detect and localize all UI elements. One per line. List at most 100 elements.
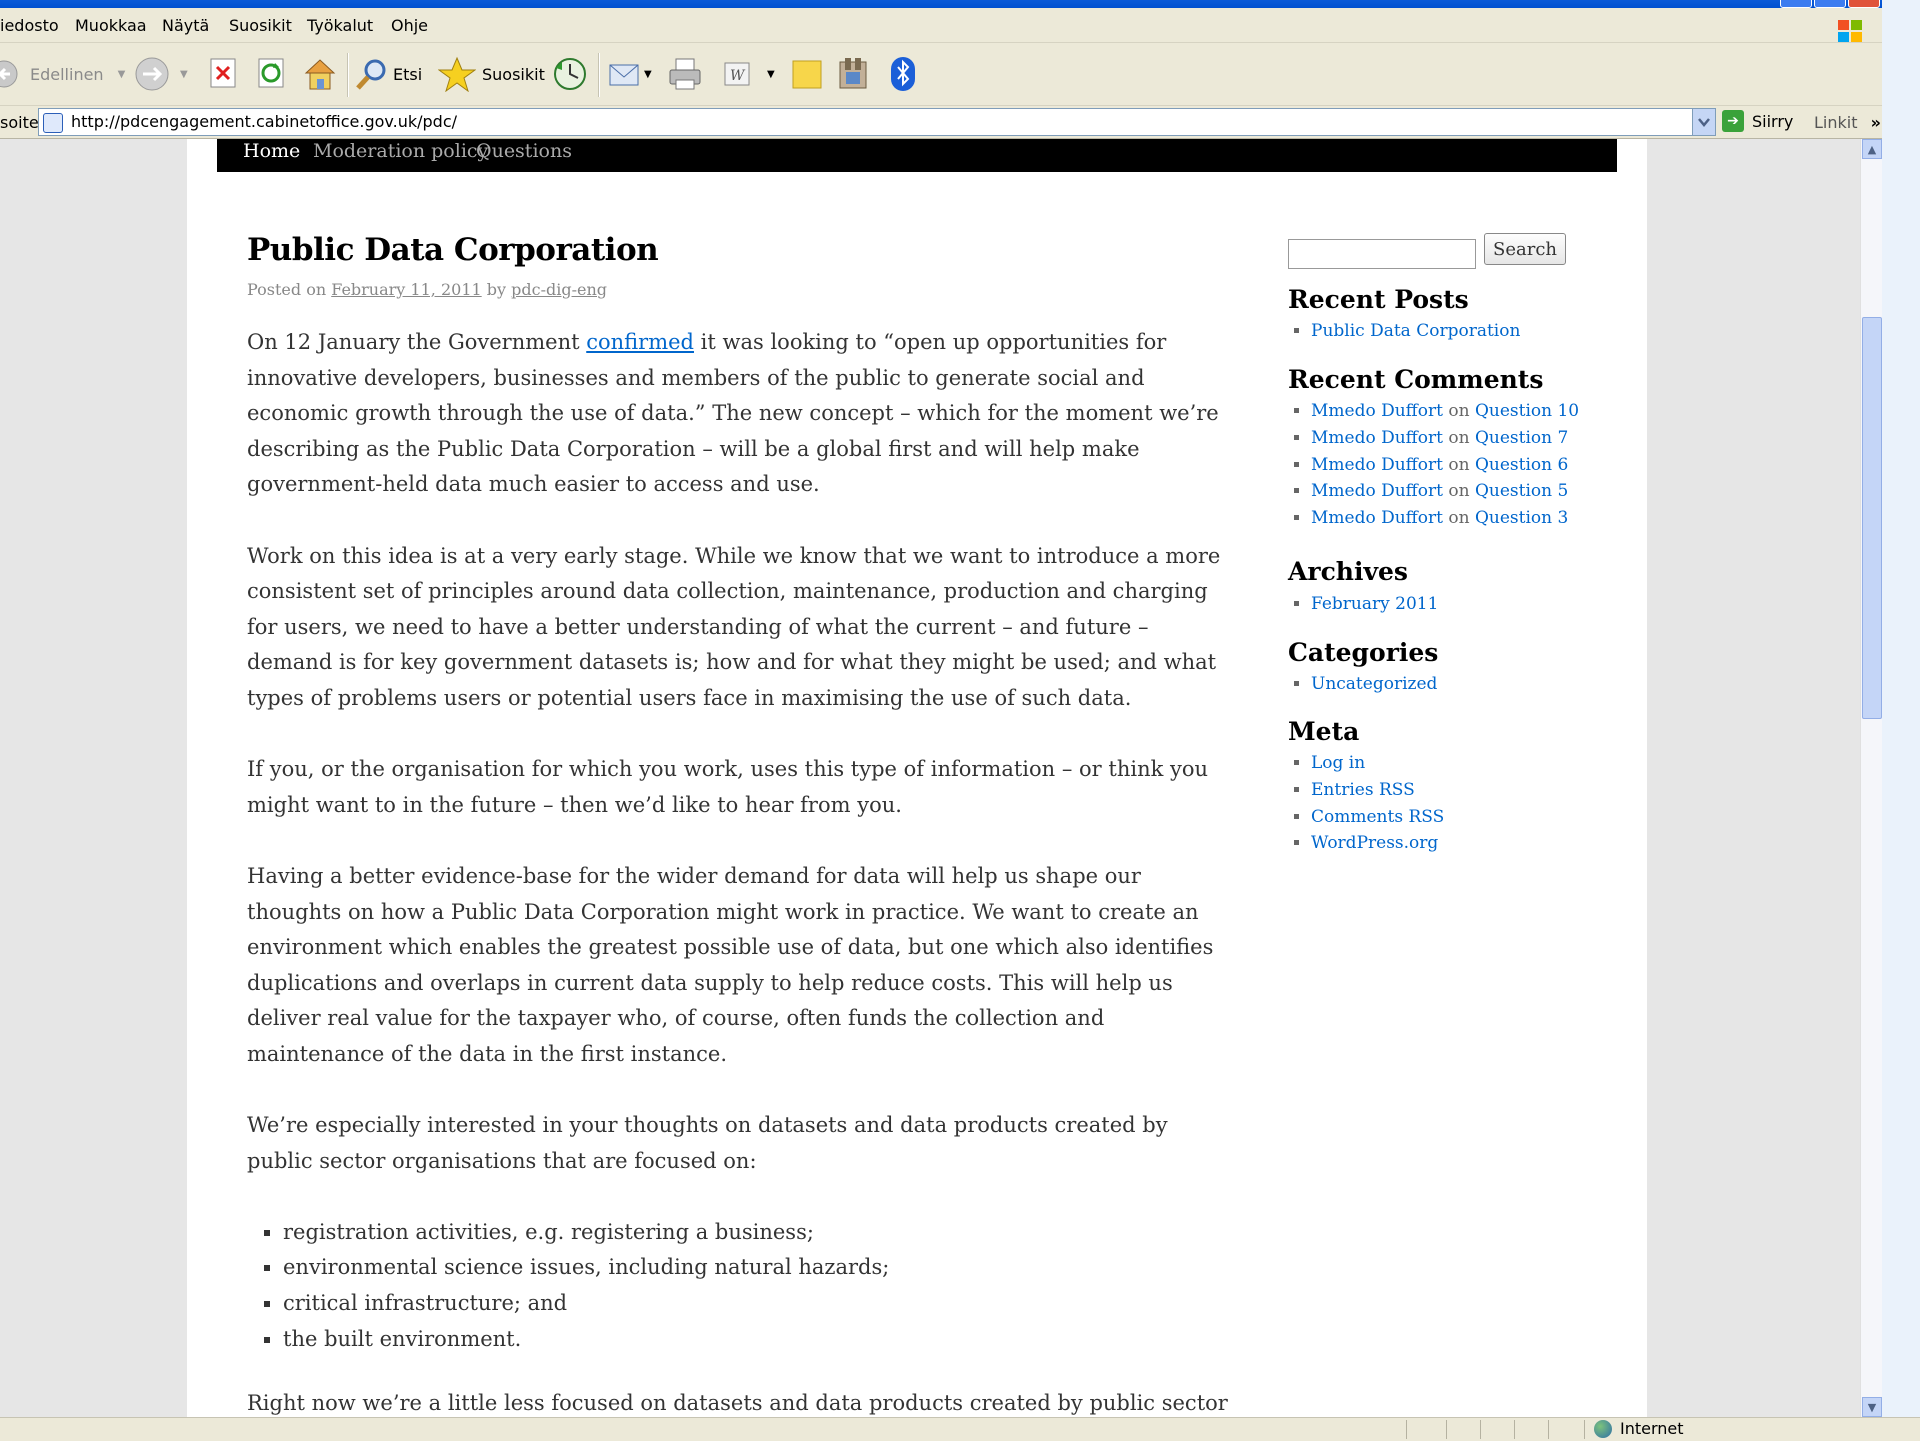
entries-rss-link[interactable]: Entries RSS — [1311, 780, 1415, 800]
list-item: Comments RSS — [1311, 804, 1444, 831]
address-dropdown-button[interactable] — [1692, 109, 1715, 135]
comment-author-link[interactable]: Mmedo Duffort — [1311, 455, 1443, 475]
printer-icon — [669, 58, 701, 90]
globe-icon — [1594, 1419, 1612, 1438]
paragraph-3: If you, or the organisation for which yo… — [247, 757, 1209, 817]
scroll-down-button[interactable]: ▼ — [1862, 1397, 1882, 1417]
address-url[interactable]: http://pdcengagement.cabinetoffice.gov.u… — [71, 112, 457, 131]
status-divider — [1446, 1420, 1447, 1439]
comment-author-link[interactable]: Mmedo Duffort — [1311, 508, 1443, 528]
nav-questions[interactable]: Questions — [476, 140, 572, 162]
mail-dropdown-icon[interactable]: ▼ — [644, 69, 652, 80]
paragraph-2: Work on this idea is at a very early sta… — [247, 543, 1221, 710]
comment-post-link[interactable]: Question 5 — [1475, 481, 1568, 501]
list-item: registration activities, e.g. registerin… — [283, 1215, 1227, 1251]
edit-dropdown-icon[interactable]: ▼ — [767, 69, 775, 80]
toolbar-separator — [347, 53, 349, 97]
search-toolbar-label: Etsi — [393, 64, 423, 84]
bluetooth-button[interactable] — [889, 55, 919, 93]
sidebar-search-input[interactable] — [1288, 239, 1476, 269]
address-bar: soite http://pdcengagement.cabinetoffice… — [0, 106, 1882, 139]
scroll-up-button[interactable]: ▲ — [1862, 139, 1882, 159]
page-container: Home Moderation policy Questions Public … — [187, 139, 1647, 1417]
author-link[interactable]: pdc-dig-eng — [511, 280, 607, 299]
vertical-scrollbar[interactable]: ▲ ▼ — [1860, 139, 1883, 1417]
bluetooth-icon — [891, 57, 915, 91]
comments-rss-link[interactable]: Comments RSS — [1311, 807, 1444, 827]
close-window-button[interactable] — [1848, 0, 1880, 8]
menu-tools[interactable]: Työkalut — [307, 16, 373, 35]
sidebar-search-button[interactable]: Search — [1484, 233, 1566, 265]
meta-links-list: Log in Entries RSS Comments RSS WordPres… — [1288, 750, 1444, 857]
browser-viewport: Home Moderation policy Questions Public … — [0, 139, 1860, 1417]
recent-comments-list: Mmedo Duffort on Question 10 Mmedo Duffo… — [1288, 398, 1579, 532]
print-button[interactable] — [667, 55, 703, 93]
archives-title: Archives — [1288, 557, 1408, 586]
comment-post-link[interactable]: Question 10 — [1475, 401, 1579, 421]
mail-icon — [609, 64, 639, 86]
nav-moderation-policy[interactable]: Moderation policy — [313, 140, 488, 162]
search-toolbar-button[interactable]: Etsi — [355, 55, 422, 93]
home-icon — [304, 59, 336, 90]
comment-post-link[interactable]: Question 6 — [1475, 455, 1568, 475]
back-arrow-icon — [0, 60, 18, 88]
history-button[interactable] — [552, 55, 588, 93]
comment-post-link[interactable]: Question 7 — [1475, 428, 1568, 448]
post-date-link[interactable]: February 11, 2011 — [331, 280, 481, 299]
media-button[interactable] — [836, 55, 872, 93]
menu-file[interactable]: iedosto — [0, 16, 59, 35]
back-button[interactable]: Edellinen ▼ — [0, 55, 125, 93]
scroll-thumb[interactable] — [1862, 317, 1882, 719]
status-bar: Internet — [0, 1417, 1920, 1441]
comment-author-link[interactable]: Mmedo Duffort — [1311, 401, 1443, 421]
wordpress-org-link[interactable]: WordPress.org — [1311, 833, 1438, 853]
refresh-button[interactable] — [257, 55, 287, 93]
note-button[interactable] — [791, 55, 823, 93]
back-dropdown-icon[interactable]: ▼ — [118, 69, 126, 80]
list-item: critical infrastructure; and — [283, 1286, 1227, 1322]
links-toolbar[interactable]: Linkit » — [1814, 113, 1881, 132]
forward-dropdown-icon[interactable]: ▼ — [180, 69, 188, 80]
minimize-button[interactable] — [1780, 0, 1812, 8]
security-zone: Internet — [1594, 1419, 1684, 1438]
toolbar-separator — [598, 53, 600, 97]
sticky-note-icon — [792, 60, 822, 89]
favorites-button[interactable]: Suosikit — [438, 55, 545, 93]
focus-list: registration activities, e.g. registerin… — [247, 1215, 1227, 1357]
maximize-button[interactable] — [1814, 0, 1846, 8]
comment-author-link[interactable]: Mmedo Duffort — [1311, 481, 1443, 501]
comment-post-link[interactable]: Question 3 — [1475, 508, 1568, 528]
list-item: Uncategorized — [1311, 671, 1437, 698]
list-item: WordPress.org — [1311, 830, 1444, 857]
history-icon — [554, 58, 586, 90]
confirmed-link[interactable]: confirmed — [586, 330, 694, 354]
menu-view[interactable]: Näytä — [162, 16, 209, 35]
nav-home[interactable]: Home — [243, 140, 300, 162]
category-link[interactable]: Uncategorized — [1311, 674, 1437, 694]
home-button[interactable] — [302, 55, 338, 93]
login-link[interactable]: Log in — [1311, 753, 1365, 773]
window-titlebar — [0, 0, 1882, 8]
address-input[interactable]: http://pdcengagement.cabinetoffice.gov.u… — [38, 108, 1716, 136]
forward-button[interactable]: ▼ — [134, 55, 188, 93]
menu-edit[interactable]: Muokkaa — [75, 16, 147, 35]
stop-button[interactable] — [209, 55, 239, 93]
edit-word-button[interactable]: W ▼ — [723, 55, 775, 93]
meta-prefix: Posted on — [247, 280, 327, 299]
list-item: Entries RSS — [1311, 777, 1444, 804]
menu-favorites[interactable]: Suosikit — [229, 16, 292, 35]
mail-button[interactable]: ▼ — [608, 55, 652, 93]
comment-author-link[interactable]: Mmedo Duffort — [1311, 428, 1443, 448]
go-button[interactable]: ➔ Siirry — [1722, 110, 1793, 132]
list-item: Mmedo Duffort on Question 10 — [1311, 398, 1579, 425]
archives-list: February 2011 — [1288, 591, 1438, 618]
paragraph-4: Having a better evidence-base for the wi… — [247, 863, 1214, 1066]
comment-on: on — [1448, 454, 1470, 475]
zone-label: Internet — [1620, 1419, 1684, 1438]
refresh-icon — [258, 58, 284, 88]
list-item: Mmedo Duffort on Question 5 — [1311, 478, 1579, 505]
menu-help[interactable]: Ohje — [391, 16, 428, 35]
comment-on: on — [1448, 401, 1470, 421]
archive-link[interactable]: February 2011 — [1311, 594, 1438, 614]
recent-post-link[interactable]: Public Data Corporation — [1311, 321, 1520, 341]
